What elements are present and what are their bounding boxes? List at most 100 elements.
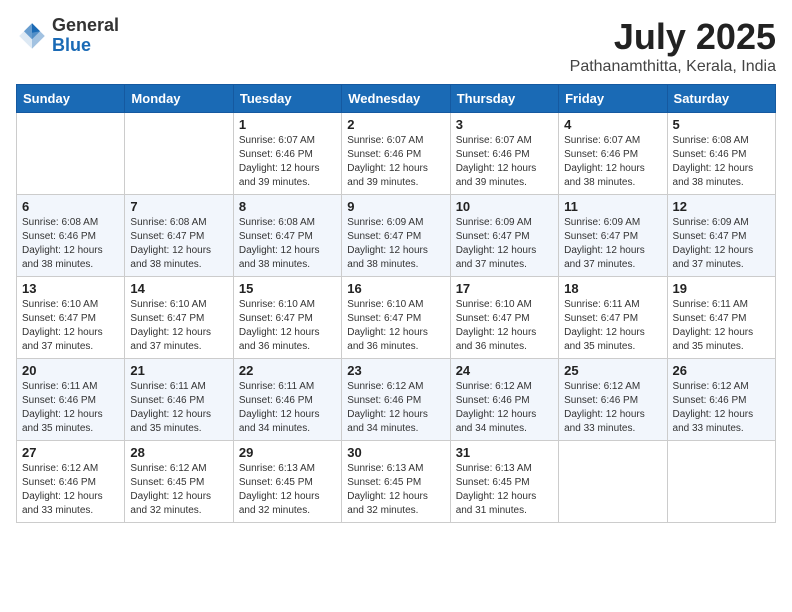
day-info: Sunrise: 6:07 AM Sunset: 6:46 PM Dayligh… — [347, 134, 444, 190]
day-info: Sunrise: 6:11 AM Sunset: 6:47 PM Dayligh… — [673, 298, 770, 354]
calendar-day-cell: 21Sunrise: 6:11 AM Sunset: 6:46 PM Dayli… — [125, 359, 233, 441]
calendar-day-header: Saturday — [667, 85, 775, 113]
calendar-day-cell: 4 Sunrise: 6:07 AM Sunset: 6:46 PM Daylig… — [559, 113, 667, 195]
calendar-day-cell: 27 Sunrise: 6:12 AM Sunset: 6:46 PM Dayli… — [17, 441, 125, 523]
calendar-day-cell: 6 Sunrise: 6:08 AM Sunset: 6:46 PM Daylig… — [17, 195, 125, 277]
day-number: 11 — [564, 199, 661, 214]
day-info: Sunrise: 6:08 AM Sunset: 6:47 PM Dayligh… — [130, 216, 227, 272]
calendar-day-cell: 5Sunrise: 6:08 AM Sunset: 6:46 PM Daylig… — [667, 113, 775, 195]
day-number: 26 — [673, 363, 770, 378]
calendar-week-row: 27 Sunrise: 6:12 AM Sunset: 6:46 PM Dayli… — [17, 441, 776, 523]
day-number: 2 — [347, 117, 444, 132]
day-info: Sunrise: 6:10 AM Sunset: 6:47 PM Dayligh… — [130, 298, 227, 354]
calendar-day-cell: 17 Sunrise: 6:10 AM Sunset: 6:47 PM Dayli… — [450, 277, 558, 359]
day-number: 8 — [239, 199, 336, 214]
day-info: Sunrise: 6:13 AM Sunset: 6:45 PM Dayligh… — [347, 462, 444, 518]
calendar-day-header: Wednesday — [342, 85, 450, 113]
calendar-day-cell — [17, 113, 125, 195]
calendar-week-row: 6 Sunrise: 6:08 AM Sunset: 6:46 PM Daylig… — [17, 195, 776, 277]
day-info: Sunrise: 6:07 AM Sunset: 6:46 PM Dayligh… — [456, 134, 553, 190]
calendar-day-cell: 8 Sunrise: 6:08 AM Sunset: 6:47 PM Daylig… — [233, 195, 341, 277]
calendar-day-cell: 30 Sunrise: 6:13 AM Sunset: 6:45 PM Dayli… — [342, 441, 450, 523]
location-title: Pathanamthitta, Kerala, India — [570, 58, 776, 76]
calendar-day-cell: 7Sunrise: 6:08 AM Sunset: 6:47 PM Daylig… — [125, 195, 233, 277]
calendar-day-header: Monday — [125, 85, 233, 113]
day-number: 29 — [239, 445, 336, 460]
day-number: 17 — [456, 281, 553, 296]
day-number: 13 — [22, 281, 119, 296]
calendar-day-cell: 11 Sunrise: 6:09 AM Sunset: 6:47 PM Dayli… — [559, 195, 667, 277]
title-block: July 2025 Pathanamthitta, Kerala, India — [570, 16, 776, 76]
calendar-week-row: 20 Sunrise: 6:11 AM Sunset: 6:46 PM Dayli… — [17, 359, 776, 441]
calendar-day-header: Friday — [559, 85, 667, 113]
day-info: Sunrise: 6:12 AM Sunset: 6:45 PM Dayligh… — [130, 462, 227, 518]
calendar-day-cell: 26 Sunrise: 6:12 AM Sunset: 6:46 PM Dayli… — [667, 359, 775, 441]
day-number: 22 — [239, 363, 336, 378]
day-info: Sunrise: 6:09 AM Sunset: 6:47 PM Dayligh… — [673, 216, 770, 272]
calendar-day-cell: 28 Sunrise: 6:12 AM Sunset: 6:45 PM Dayli… — [125, 441, 233, 523]
calendar-table: SundayMondayTuesdayWednesdayThursdayFrid… — [16, 84, 776, 523]
logo-text: General Blue — [52, 16, 119, 56]
logo-icon — [16, 20, 48, 52]
day-info: Sunrise: 6:11 AM Sunset: 6:46 PM Dayligh… — [22, 380, 119, 436]
calendar-day-cell — [559, 441, 667, 523]
calendar-day-cell: 15 Sunrise: 6:10 AM Sunset: 6:47 PM Dayli… — [233, 277, 341, 359]
day-info: Sunrise: 6:07 AM Sunset: 6:46 PM Dayligh… — [239, 134, 336, 190]
day-number: 14 — [130, 281, 227, 296]
day-number: 15 — [239, 281, 336, 296]
calendar-day-cell: 20 Sunrise: 6:11 AM Sunset: 6:46 PM Dayli… — [17, 359, 125, 441]
day-info: Sunrise: 6:08 AM Sunset: 6:47 PM Dayligh… — [239, 216, 336, 272]
day-number: 27 — [22, 445, 119, 460]
day-info: Sunrise: 6:12 AM Sunset: 6:46 PM Dayligh… — [22, 462, 119, 518]
day-number: 1 — [239, 117, 336, 132]
day-info: Sunrise: 6:13 AM Sunset: 6:45 PM Dayligh… — [456, 462, 553, 518]
day-info: Sunrise: 6:09 AM Sunset: 6:47 PM Dayligh… — [456, 216, 553, 272]
calendar-week-row: 1 Sunrise: 6:07 AM Sunset: 6:46 PM Daylig… — [17, 113, 776, 195]
calendar-day-header: Thursday — [450, 85, 558, 113]
day-info: Sunrise: 6:07 AM Sunset: 6:46 PM Dayligh… — [564, 134, 661, 190]
calendar-day-cell — [667, 441, 775, 523]
calendar-day-cell: 13Sunrise: 6:10 AM Sunset: 6:47 PM Dayli… — [17, 277, 125, 359]
day-number: 19 — [673, 281, 770, 296]
day-info: Sunrise: 6:11 AM Sunset: 6:47 PM Dayligh… — [564, 298, 661, 354]
day-info: Sunrise: 6:11 AM Sunset: 6:46 PM Dayligh… — [239, 380, 336, 436]
calendar-day-header: Tuesday — [233, 85, 341, 113]
day-number: 25 — [564, 363, 661, 378]
calendar-day-cell: 2 Sunrise: 6:07 AM Sunset: 6:46 PM Daylig… — [342, 113, 450, 195]
calendar-day-cell: 29Sunrise: 6:13 AM Sunset: 6:45 PM Dayli… — [233, 441, 341, 523]
day-info: Sunrise: 6:09 AM Sunset: 6:47 PM Dayligh… — [347, 216, 444, 272]
day-info: Sunrise: 6:08 AM Sunset: 6:46 PM Dayligh… — [22, 216, 119, 272]
day-number: 3 — [456, 117, 553, 132]
calendar-day-cell: 1 Sunrise: 6:07 AM Sunset: 6:46 PM Daylig… — [233, 113, 341, 195]
calendar-week-row: 13 Sunrise: 6:10 AM Sunset: 6:47 PM Dayli… — [17, 277, 776, 359]
day-number: 30 — [347, 445, 444, 460]
day-info: Sunrise: 6:12 AM Sunset: 6:46 PM Dayligh… — [673, 380, 770, 436]
day-info: Sunrise: 6:11 AM Sunset: 6:46 PM Dayligh… — [130, 380, 227, 436]
day-info: Sunrise: 6:09 AM Sunset: 6:47 PM Dayligh… — [564, 216, 661, 272]
calendar-day-cell: 22 Sunrise: 6:11 AM Sunset: 6:46 PM Dayli… — [233, 359, 341, 441]
calendar-header-row: SundayMondayTuesdayWednesdayThursdayFrid… — [17, 85, 776, 113]
calendar-day-header: Sunday — [17, 85, 125, 113]
calendar-day-cell: 24Sunrise: 6:12 AM Sunset: 6:46 PM Dayli… — [450, 359, 558, 441]
logo: General Blue — [16, 16, 119, 56]
calendar-day-cell: 31Sunrise: 6:13 AM Sunset: 6:45 PM Dayli… — [450, 441, 558, 523]
day-number: 6 — [22, 199, 119, 214]
calendar-day-cell: 10Sunrise: 6:09 AM Sunset: 6:47 PM Dayli… — [450, 195, 558, 277]
calendar-day-cell: 23 Sunrise: 6:12 AM Sunset: 6:46 PM Dayli… — [342, 359, 450, 441]
logo-blue: Blue — [52, 35, 91, 55]
day-info: Sunrise: 6:10 AM Sunset: 6:47 PM Dayligh… — [456, 298, 553, 354]
day-info: Sunrise: 6:12 AM Sunset: 6:46 PM Dayligh… — [347, 380, 444, 436]
day-number: 4 — [564, 117, 661, 132]
calendar-day-cell: 18Sunrise: 6:11 AM Sunset: 6:47 PM Dayli… — [559, 277, 667, 359]
day-number: 23 — [347, 363, 444, 378]
day-number: 20 — [22, 363, 119, 378]
page-header: General Blue July 2025 Pathanamthitta, K… — [16, 16, 776, 76]
day-number: 5 — [673, 117, 770, 132]
calendar-day-cell: 16Sunrise: 6:10 AM Sunset: 6:47 PM Dayli… — [342, 277, 450, 359]
calendar-day-cell: 3 Sunrise: 6:07 AM Sunset: 6:46 PM Daylig… — [450, 113, 558, 195]
day-info: Sunrise: 6:10 AM Sunset: 6:47 PM Dayligh… — [239, 298, 336, 354]
calendar-day-cell: 14 Sunrise: 6:10 AM Sunset: 6:47 PM Dayli… — [125, 277, 233, 359]
day-info: Sunrise: 6:12 AM Sunset: 6:46 PM Dayligh… — [564, 380, 661, 436]
day-number: 28 — [130, 445, 227, 460]
logo-general: General — [52, 15, 119, 35]
